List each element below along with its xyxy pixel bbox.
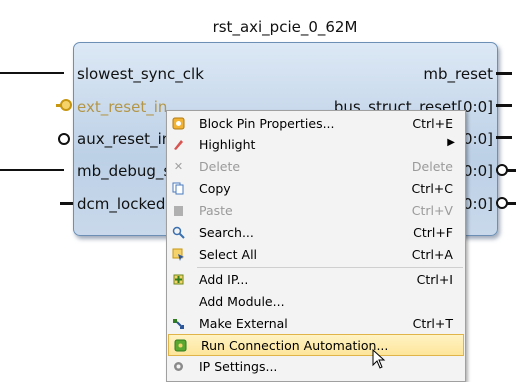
copy-icon (172, 182, 185, 195)
menu-separator (197, 267, 463, 268)
properties-icon (172, 117, 185, 130)
pin-mb-reset[interactable]: mb_reset (423, 65, 493, 83)
pin-slowest-sync-clk[interactable]: slowest_sync_clk (77, 65, 204, 83)
highlight-icon (172, 138, 185, 151)
add-ip-icon (172, 273, 185, 286)
submenu-arrow-icon: ▶ (447, 137, 455, 148)
menu-item-highlight[interactable]: Highlight ▶ (167, 134, 465, 156)
select-all-icon (172, 248, 185, 261)
connection-automation-icon (174, 339, 187, 352)
stub-right-5 (506, 202, 516, 205)
menu-item-ip-settings[interactable]: IP Settings... (167, 356, 465, 378)
menu-item-make-external[interactable]: Make External Ctrl+T (167, 313, 465, 335)
menu-item-paste[interactable]: Paste Ctrl+V (167, 200, 465, 222)
stub-bus-struct-reset (496, 104, 512, 107)
mouse-cursor-icon (372, 348, 386, 373)
pin-aux-reset-in[interactable]: aux_reset_in (77, 130, 171, 148)
menu-item-copy[interactable]: Copy Ctrl+C (167, 178, 465, 200)
menu-item-block-pin-properties[interactable]: Block Pin Properties... Ctrl+E (167, 113, 465, 135)
delete-icon: ✕ (173, 160, 184, 173)
block-design-canvas[interactable]: rst_axi_pcie_0_62M slowest_sync_clk ext_… (0, 0, 526, 382)
search-icon (172, 226, 185, 239)
stub-mb-reset (496, 72, 512, 75)
stub-right-3 (496, 136, 512, 139)
menu-item-select-all[interactable]: Select All Ctrl+A (167, 244, 465, 266)
block-title: rst_axi_pcie_0_62M (212, 18, 358, 36)
ext-reset-bubble[interactable] (60, 99, 72, 111)
menu-item-add-module[interactable]: Add Module... (167, 291, 465, 313)
context-menu[interactable]: Block Pin Properties... Ctrl+E Highlight… (166, 110, 466, 382)
menu-item-search[interactable]: Search... Ctrl+F (167, 222, 465, 244)
stub-dcm-locked (60, 202, 74, 205)
stub-right-4 (506, 169, 516, 172)
menu-item-add-ip[interactable]: Add IP... Ctrl+I (167, 269, 465, 291)
menu-item-delete[interactable]: ✕ Delete Delete (167, 156, 465, 178)
make-external-icon (172, 317, 185, 330)
pin-dcm-locked[interactable]: dcm_locked (77, 195, 165, 213)
paste-icon (172, 204, 185, 217)
wire-slowest-sync-clk[interactable] (0, 72, 64, 74)
aux-reset-bubble[interactable] (58, 133, 70, 145)
menu-item-run-connection-automation[interactable]: Run Connection Automation... (168, 334, 464, 356)
wire-mb-debug[interactable] (0, 169, 64, 171)
pin-ext-reset-in[interactable]: ext_reset_in (77, 98, 167, 116)
